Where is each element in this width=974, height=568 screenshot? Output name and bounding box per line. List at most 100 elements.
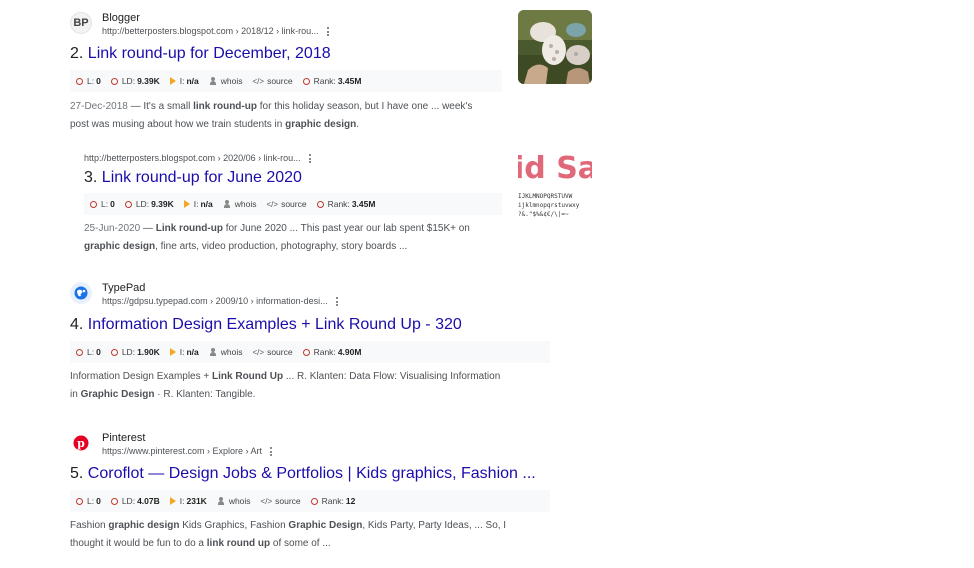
snippet-highlight: link round-up: [193, 101, 257, 112]
seo-i[interactable]: I: 231K: [169, 496, 207, 506]
seo-whois[interactable]: whois: [223, 199, 257, 209]
blogger-favicon-icon: BP: [70, 12, 92, 34]
more-options-icon[interactable]: [335, 296, 338, 308]
more-options-icon[interactable]: [308, 153, 311, 165]
snippet-text: —: [140, 223, 156, 234]
seo-ld[interactable]: LD: 9.39K: [110, 76, 160, 86]
snippet-text: .: [356, 119, 360, 130]
svg-text:p: p: [77, 437, 85, 450]
person-icon: [209, 77, 217, 85]
seo-l[interactable]: L: 0: [76, 76, 101, 86]
site-name: TypePad: [102, 282, 146, 294]
seo-toolbar: L: 0 LD: 4.07B I: 231K whois </> source Rank…: [70, 490, 550, 512]
circle-icon: [90, 200, 97, 208]
site-name: Pinterest: [102, 432, 146, 444]
snippet-text: Fashion: [70, 520, 109, 531]
snippet-highlight: Link Round Up: [212, 371, 284, 382]
seo-ld[interactable]: LD: 4.07B: [110, 496, 160, 506]
result-title: 4. Information Design Examples + Link Ro…: [70, 316, 462, 333]
code-icon: </>: [252, 347, 265, 357]
result-title: 3. Link round-up for June 2020: [84, 169, 302, 186]
code-icon: </>: [266, 199, 279, 209]
seo-ld[interactable]: LD: 1.90K: [110, 347, 160, 357]
seo-toolbar: L: 0 LD: 1.90K I: n/a whois </> source Rank:…: [70, 341, 550, 363]
play-icon: [169, 497, 176, 505]
seo-source[interactable]: </> source: [267, 199, 307, 209]
site-header[interactable]: TypePad https://gdpsu.typepad.com › 2009…: [70, 282, 338, 308]
svg-text:ijklmnopqrstuvwxy: ijklmnopqrstuvwxy: [518, 202, 580, 209]
circle-icon: [310, 497, 318, 505]
play-icon: [183, 200, 190, 208]
more-options-icon[interactable]: [326, 26, 329, 38]
snippet-text: for June 2020 ... This past year our lab…: [222, 223, 470, 234]
svg-text:id Sa: id Sa: [518, 151, 592, 186]
result-title-link[interactable]: Coroflot — Design Jobs & Portfolios | Ki…: [88, 465, 536, 482]
code-icon: </>: [260, 496, 273, 506]
result-title-link[interactable]: Link round-up for December, 2018: [88, 45, 331, 62]
result-title-link[interactable]: Information Design Examples + Link Round…: [88, 316, 462, 333]
seo-source[interactable]: </> source: [261, 496, 301, 506]
result-date: 27-Dec-2018: [70, 101, 128, 112]
snippet-highlight: graphic design: [108, 520, 180, 531]
seo-whois[interactable]: whois: [209, 347, 243, 357]
result-date: 25-Jun-2020: [84, 223, 141, 234]
result-snippet: Information Design Examples + Link Round…: [70, 368, 510, 404]
person-icon: [217, 497, 225, 505]
search-result-4: TypePad https://gdpsu.typepad.com › 2009…: [0, 270, 974, 420]
site-url: https://www.pinterest.com › Explore › Ar…: [102, 446, 263, 456]
search-result-3: http://betterposters.blogspot.com › 2020…: [0, 140, 974, 270]
seo-rank[interactable]: Rank: 12: [310, 496, 355, 506]
circle-icon: [76, 77, 83, 85]
circle-icon: [110, 497, 118, 505]
result-thumbnail[interactable]: [518, 10, 592, 84]
result-thumbnail[interactable]: id Sa IJKLMNOPQRSTUVW ijklmnopqrstuvwxy …: [518, 148, 592, 228]
seo-source[interactable]: </> source: [253, 347, 293, 357]
search-result-5: p Pinterest https://www.pinterest.com › …: [0, 420, 974, 568]
play-icon: [169, 77, 176, 85]
snippet-text: Kids Graphics, Fashion: [179, 520, 289, 531]
seo-whois[interactable]: whois: [217, 496, 251, 506]
seo-i[interactable]: I: n/a: [169, 76, 199, 86]
seo-rank[interactable]: Rank: 3.45M: [316, 199, 375, 209]
seo-l[interactable]: L: 0: [90, 199, 115, 209]
circle-icon: [302, 348, 310, 356]
snippet-text: of some of ...: [270, 538, 331, 549]
snippet-highlight: Link round-up: [155, 223, 223, 234]
seo-i[interactable]: I: n/a: [183, 199, 213, 209]
circle-icon: [76, 348, 83, 356]
circle-icon: [302, 77, 310, 85]
snippet-text: · R. Klanten: Tangible.: [154, 389, 256, 400]
seo-rank[interactable]: Rank: 3.45M: [302, 76, 361, 86]
play-icon: [169, 348, 176, 356]
snippet-highlight: graphic design: [84, 241, 156, 252]
circle-icon: [110, 77, 118, 85]
svg-text:?&."$%&¢€/\|=~: ?&."$%&¢€/\|=~: [518, 211, 569, 218]
search-result-2: BP Blogger http://betterposters.blogspot…: [0, 0, 974, 140]
site-header[interactable]: http://betterposters.blogspot.com › 2020…: [84, 152, 311, 165]
site-header[interactable]: p Pinterest https://www.pinterest.com › …: [70, 432, 273, 458]
seo-ld[interactable]: LD: 9.39K: [124, 199, 174, 209]
snippet-text: Information Design Examples +: [70, 371, 213, 382]
seo-i[interactable]: I: n/a: [169, 347, 199, 357]
result-title-link[interactable]: Link round-up for June 2020: [102, 169, 302, 186]
seo-toolbar: L: 0 LD: 9.39K I: n/a whois </> source Rank:…: [84, 193, 502, 215]
seo-l[interactable]: L: 0: [76, 496, 101, 506]
circle-icon: [110, 348, 118, 356]
more-options-icon[interactable]: [270, 446, 273, 458]
typepad-favicon-icon: [70, 282, 92, 304]
code-icon: </>: [252, 76, 265, 86]
circle-icon: [316, 200, 324, 208]
seo-whois[interactable]: whois: [209, 76, 243, 86]
result-snippet: Fashion graphic design Kids Graphics, Fa…: [70, 517, 540, 553]
snippet-highlight: Graphic Design: [80, 389, 155, 400]
seo-l[interactable]: L: 0: [76, 347, 101, 357]
result-snippet: 25-Jun-2020 — Link round-up for June 202…: [84, 220, 504, 256]
seo-source[interactable]: </> source: [253, 76, 293, 86]
svg-text:IJKLMNOPQRSTUVW: IJKLMNOPQRSTUVW: [518, 193, 573, 200]
seo-rank[interactable]: Rank: 4.90M: [302, 347, 361, 357]
seo-toolbar: L: 0 LD: 9.39K I: n/a whois </> source Rank:…: [70, 70, 502, 92]
circle-icon: [76, 497, 83, 505]
snippet-highlight: link round up: [206, 538, 271, 549]
snippet-text: — It's a small: [127, 101, 194, 112]
site-header[interactable]: BP Blogger http://betterposters.blogspot…: [70, 12, 329, 38]
